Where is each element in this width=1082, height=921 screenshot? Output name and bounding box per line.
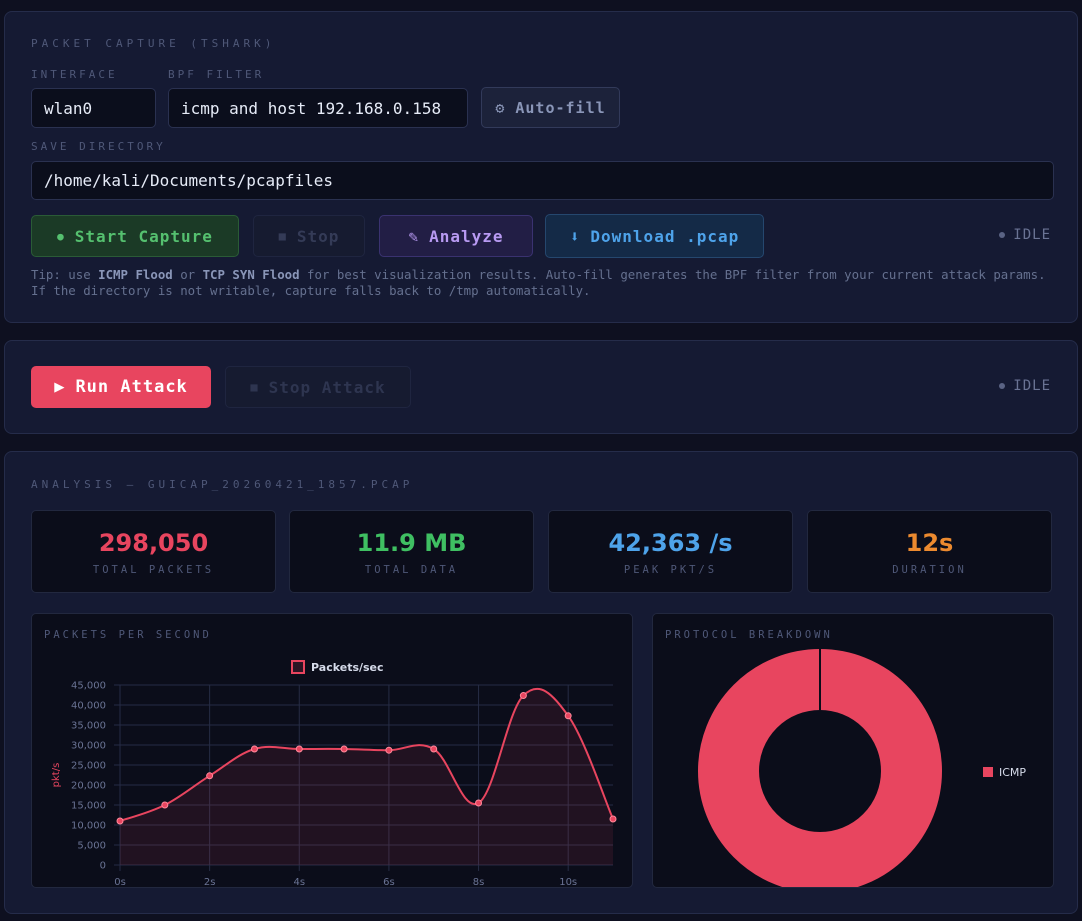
legend-label: Packets/sec [311,661,384,674]
stat-card-duration: 12s DURATION [807,510,1052,593]
play-icon: ▶ [54,377,66,397]
autofill-label: Auto-fill [515,98,606,117]
data-point [430,745,438,753]
stat-card-total-packets: 298,050 TOTAL PACKETS [31,510,276,593]
stop-attack-button[interactable]: ■ Stop Attack [225,366,411,408]
y-tick-label: 10,000 [71,821,106,832]
save-directory-input[interactable]: /home/kali/Documents/pcapfiles [31,161,1054,200]
attack-panel: ▶ Run Attack ■ Stop Attack IDLE [4,340,1078,434]
stat-value: 298,050 [98,529,209,557]
data-point [385,746,393,754]
protocol-breakdown-chart: PROTOCOL BREAKDOWN ICMP [652,613,1054,888]
y-tick-label: 0 [100,861,106,872]
data-point [206,772,214,780]
status-dot-icon [999,383,1006,389]
y-tick-label: 5,000 [77,841,106,852]
data-point [116,817,124,825]
data-point [161,801,169,809]
y-tick-label: 25,000 [71,761,106,772]
y-axis-label: pkt/s [51,763,62,788]
tip-syn: TCP SYN Flood [202,267,300,282]
stat-caption: TOTAL DATA [364,564,459,576]
attack-status-text: IDLE [1013,378,1051,394]
x-tick-label: 2s [204,877,216,887]
bpf-filter-input[interactable]: icmp and host 192.168.0.158 [168,88,468,128]
stat-caption: DURATION [892,564,967,576]
save-directory-label: SAVE DIRECTORY [31,140,166,153]
bpf-filter-label: BPF FILTER [168,68,265,81]
stop-attack-label: Stop Attack [268,377,386,397]
x-tick-label: 8s [473,877,485,887]
record-dot-icon: ● [57,229,65,243]
download-pcap-label: Download .pcap [590,226,740,246]
data-point [609,815,617,823]
interface-label: INTERFACE [31,68,118,81]
pps-chart-svg: 0 5,000 10,000 15,000 20,000 25,000 30,000 35,0… [51,660,617,887]
stat-card-peak-pps: 42,363 /s PEAK PKT/S [548,510,793,593]
stop-square-icon: ■ [250,380,259,394]
autofill-button[interactable]: ⚙ Auto-fill [481,87,620,128]
capture-status-text: IDLE [1013,227,1051,243]
data-point [564,712,572,720]
run-attack-label: Run Attack [75,377,188,397]
analyze-label: Analyze [429,226,504,246]
stop-capture-label: Stop [296,226,340,246]
pencil-icon: ✎ [408,226,420,246]
interface-input[interactable]: wlan0 [31,88,156,128]
x-tick-label: 10s [559,877,577,887]
stop-square-icon: ■ [278,229,287,243]
packets-per-second-chart: PACKETS PER SECOND 0 5,000 10,000 15,000 20,… [31,613,633,888]
x-tick-label: 0s [114,877,126,887]
analysis-section-title: ANALYSIS — GUICAP_20260421_1857.PCAP [31,478,414,491]
capture-section-title: PACKET CAPTURE (TSHARK) [31,37,276,50]
tip-icmp: ICMP Flood [98,267,173,282]
tip-prefix: Tip: use [31,267,99,282]
stat-value: 11.9 MB [356,529,467,557]
download-pcap-button[interactable]: ⬇ Download .pcap [545,214,764,258]
start-capture-label: Start Capture [74,226,213,246]
protocol-chart-svg: ICMP [698,649,1026,887]
stat-value: 42,363 /s [608,529,733,557]
data-point [295,745,303,753]
x-tick-label: 4s [293,877,305,887]
run-attack-button[interactable]: ▶ Run Attack [31,366,211,408]
start-capture-button[interactable]: ● Start Capture [31,215,239,257]
stop-capture-button[interactable]: ■ Stop [253,215,365,257]
tip-or: or [172,267,203,282]
series-area-fill [120,688,613,865]
data-point [475,799,483,807]
data-point [250,745,258,753]
packet-capture-panel: PACKET CAPTURE (TSHARK) INTERFACE BPF FI… [4,11,1078,323]
gear-icon: ⚙ [495,98,506,117]
data-point [519,692,527,700]
download-arrow-icon: ⬇ [569,226,581,246]
legend-swatch [291,660,305,674]
y-tick-label: 45,000 [71,681,106,692]
y-tick-label: 40,000 [71,701,106,712]
stat-value: 12s [905,529,954,557]
analysis-panel: ANALYSIS — GUICAP_20260421_1857.PCAP 298… [4,451,1078,914]
y-tick-label: 30,000 [71,741,106,752]
legend-label: ICMP [999,766,1026,779]
y-tick-label: 15,000 [71,801,106,812]
analyze-button[interactable]: ✎ Analyze [379,215,533,257]
status-dot-icon [999,232,1006,238]
capture-tip: Tip: use ICMP Flood or TCP SYN Flood for… [31,267,1055,299]
stat-caption: PEAK PKT/S [623,564,718,576]
legend-swatch [983,767,993,777]
attack-status: IDLE [999,378,1051,394]
y-tick-label: 20,000 [71,781,106,792]
stat-caption: TOTAL PACKETS [92,564,215,576]
stat-card-total-data: 11.9 MB TOTAL DATA [289,510,534,593]
capture-status: IDLE [999,227,1051,243]
data-point [340,745,348,753]
x-tick-label: 6s [383,877,395,887]
y-tick-label: 35,000 [71,721,106,732]
